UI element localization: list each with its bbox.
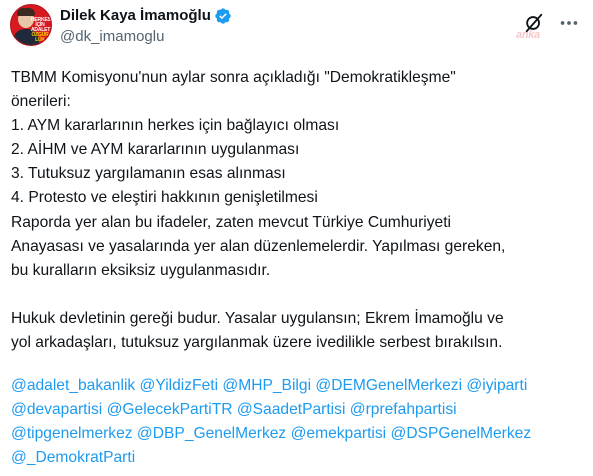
mention-link[interactable]: @SaadetPartisi (237, 401, 346, 418)
post-line: 4. Protesto ve eleştiri hakkının genişle… (11, 189, 318, 207)
mention-link[interactable]: @adalet_bakanlik (11, 377, 135, 394)
more-options-icon[interactable] (558, 12, 580, 34)
mention-link[interactable]: @MHP_Bilgi (222, 377, 311, 394)
mention-link[interactable]: @GelecekPartiTR (107, 401, 233, 418)
post-line: yol arkadaşları, tutuksuz yargılanmak üz… (11, 333, 503, 351)
post-line: TBMM Komisyonu'nun aylar sonra açıkladığ… (11, 69, 456, 86)
post-line: Anayasası ve yasalarında yer alan düzenl… (11, 237, 506, 255)
post-line: önerileri: (11, 93, 71, 111)
mention-link[interactable]: @YildizFeti (140, 377, 219, 394)
post-text: TBMM Komisyonu'nun aylar sonra açıkladığ… (11, 66, 586, 355)
author-names: Dilek Kaya İmamoğlu @dk_imamoglu (60, 6, 232, 47)
post-line: 1. AYM kararlarının herkes için bağlayıc… (11, 117, 340, 135)
verified-badge-icon (215, 8, 231, 24)
mention-link[interactable]: @DSPGenelMerkez (390, 425, 531, 442)
mention-line: @tipgenelmerkez @DBP_GenelMerkez @emekpa… (11, 422, 591, 446)
post-line: bu kuralların eksiksiz uygulanmasıdır. (11, 261, 271, 279)
post-line: Hukuk devletinin gereği budur. Yasalar u… (11, 309, 504, 327)
mention-line: @_DemokratParti (11, 446, 591, 470)
mention-line: @devapartisi @GelecekPartiTR @SaadetPart… (11, 398, 591, 422)
post-line: 3. Tutuksuz yargılamanın esas alınması (11, 165, 286, 183)
avatar-slogan: HERKES İÇİN ADALET ÖZGÜR LÜK (31, 17, 51, 43)
mention-line: @adalet_bakanlik @YildizFeti @MHP_Bilgi … (11, 374, 591, 398)
post-line: 2. AİHM ve AYM kararlarının uygulanması (11, 141, 300, 159)
avatar[interactable]: HERKES İÇİN ADALET ÖZGÜR LÜK (10, 4, 52, 46)
mention-link[interactable]: @iyiparti (466, 377, 527, 394)
mentions: @adalet_bakanlik @YildizFeti @MHP_Bilgi … (11, 374, 591, 470)
watermark: anka (516, 29, 540, 41)
author-display-name[interactable]: Dilek Kaya İmamoğlu (60, 6, 211, 26)
post: HERKES İÇİN ADALET ÖZGÜR LÜK Dilek Kaya … (0, 0, 593, 476)
mention-link[interactable]: @rprefahpartisi (350, 401, 457, 418)
post-line: Raporda yer alan bu ifadeler, zaten mevc… (11, 213, 452, 231)
mention-link[interactable]: @_DemokratParti (11, 449, 135, 466)
mention-link[interactable]: @devapartisi (11, 401, 102, 418)
mention-link[interactable]: @emekpartisi (291, 425, 387, 442)
mention-link[interactable]: @tipgenelmerkez (11, 425, 133, 442)
author-handle[interactable]: @dk_imamoglu (60, 27, 232, 47)
mention-link[interactable]: @DEMGenelMerkezi (315, 377, 462, 394)
mention-link[interactable]: @DBP_GenelMerkez (137, 425, 286, 442)
post-header: HERKES İÇİN ADALET ÖZGÜR LÜK Dilek Kaya … (10, 4, 232, 47)
